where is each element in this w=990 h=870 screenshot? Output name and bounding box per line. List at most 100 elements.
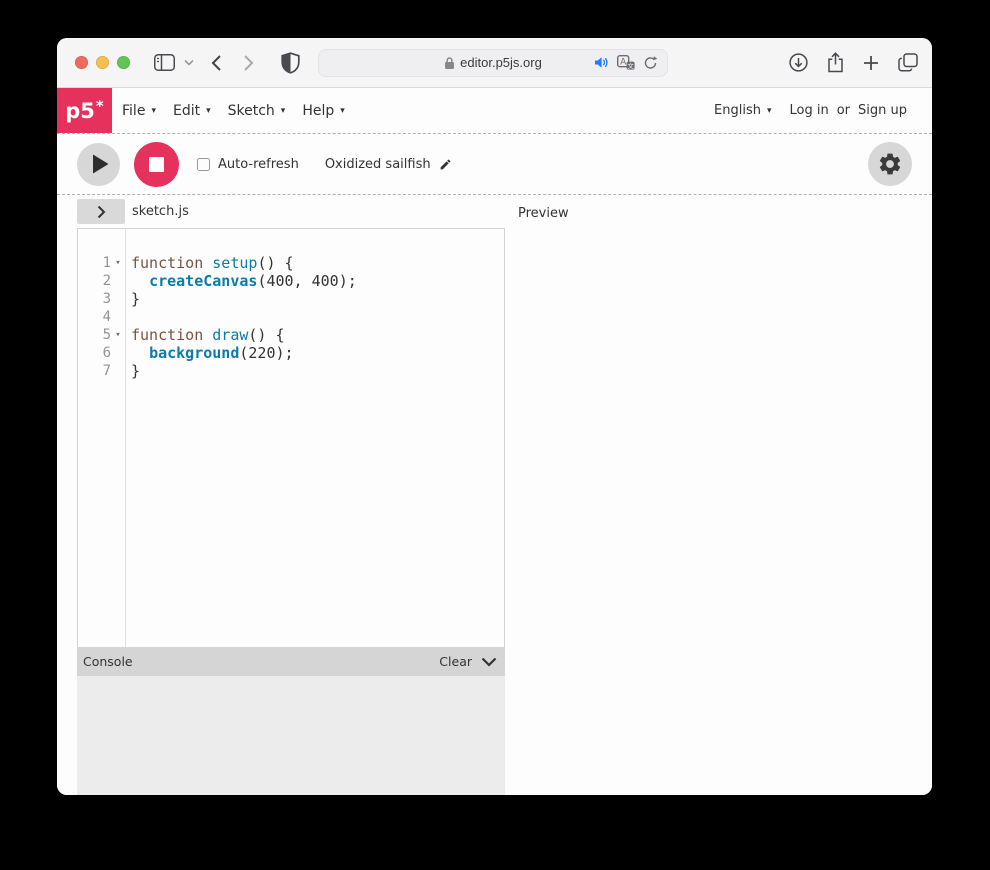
- account-nav: English ▾ Log in or Sign up: [714, 103, 907, 118]
- menu-bar: File ▾ Edit ▾ Sketch ▾ Help ▾: [122, 103, 345, 119]
- menu-edit-label: Edit: [173, 103, 200, 119]
- fold-arrow-icon[interactable]: ▾: [111, 326, 125, 344]
- address-bar[interactable]: editor.p5js.org A 文: [318, 49, 668, 77]
- translate-icon[interactable]: A 文: [617, 55, 635, 70]
- p5-logo-star: *: [96, 97, 104, 115]
- tabs-icon: [898, 53, 918, 72]
- line-number: 7: [78, 362, 111, 380]
- gutter-line[interactable]: 7: [78, 362, 125, 380]
- browser-actions: [789, 52, 918, 73]
- shield-icon: [281, 52, 300, 74]
- code-editor: 1▾2345▾67 function setup() { createCanva…: [77, 228, 505, 647]
- console-title: Console: [83, 654, 133, 669]
- sketch-toolbar: Auto-refresh Oxidized sailfish: [57, 134, 932, 195]
- line-number: 4: [78, 308, 111, 326]
- gutter-line[interactable]: 6: [78, 344, 125, 362]
- console-clear-button[interactable]: Clear: [439, 654, 472, 669]
- stop-button[interactable]: [134, 142, 179, 187]
- sidebar-toggle-button[interactable]: [154, 54, 175, 71]
- settings-button[interactable]: [868, 142, 912, 186]
- audio-playing-icon[interactable]: [594, 56, 609, 69]
- editor-gutter: 1▾2345▾67: [78, 229, 126, 647]
- close-window-button[interactable]: [75, 56, 88, 69]
- menu-sketch-label: Sketch: [228, 103, 275, 119]
- gutter-line[interactable]: 5▾: [78, 326, 125, 344]
- console-collapse-button[interactable]: [481, 657, 497, 667]
- menu-help-label: Help: [302, 103, 334, 119]
- gutter-line[interactable]: 3: [78, 290, 125, 308]
- browser-toolbar: editor.p5js.org A 文: [57, 38, 932, 88]
- gutter-line[interactable]: 4: [78, 308, 125, 326]
- play-button[interactable]: [77, 143, 120, 186]
- line-number: 1: [78, 254, 111, 272]
- file-tab-sketch[interactable]: sketch.js: [132, 204, 189, 219]
- code-line[interactable]: }: [131, 290, 504, 308]
- window-controls: [75, 56, 130, 69]
- line-number: 2: [78, 272, 111, 290]
- caret-down-icon: ▾: [767, 106, 772, 116]
- gutter-line[interactable]: 2: [78, 272, 125, 290]
- language-label: English: [714, 103, 761, 118]
- sketch-name: Oxidized sailfish: [325, 157, 431, 172]
- privacy-report-button[interactable]: [281, 52, 300, 74]
- svg-text:文: 文: [627, 61, 634, 70]
- preview-panel: Preview: [505, 195, 932, 795]
- chevron-down-icon[interactable]: [184, 59, 194, 66]
- stop-icon: [149, 157, 164, 172]
- expand-sidebar-button[interactable]: [77, 199, 125, 224]
- file-tab-bar: sketch.js: [77, 195, 505, 228]
- tab-overview-button[interactable]: [898, 53, 918, 72]
- fold-arrow-icon[interactable]: ▾: [111, 254, 125, 272]
- ide-main-area: sketch.js 1▾2345▾67 function setup() { c…: [57, 195, 932, 795]
- p5-logo-text: p5: [65, 99, 95, 123]
- lock-icon: [444, 56, 455, 70]
- code-line[interactable]: }: [131, 362, 504, 380]
- gear-icon: [877, 151, 903, 177]
- forward-button[interactable]: [243, 54, 254, 72]
- language-selector[interactable]: English ▾: [714, 103, 771, 118]
- code-area[interactable]: function setup() { createCanvas(400, 400…: [126, 229, 504, 647]
- browser-window: editor.p5js.org A 文: [57, 38, 932, 795]
- forward-arrow-icon: [243, 54, 254, 72]
- plus-icon: [863, 55, 879, 71]
- editor-column: sketch.js 1▾2345▾67 function setup() { c…: [77, 195, 505, 795]
- minimize-window-button[interactable]: [96, 56, 109, 69]
- code-line[interactable]: function draw() {: [131, 326, 504, 344]
- edit-sketch-name-button[interactable]: [439, 158, 452, 171]
- play-icon: [92, 154, 109, 174]
- menu-file-label: File: [122, 103, 145, 119]
- console-header: Console Clear: [77, 647, 505, 676]
- url-text: editor.p5js.org: [460, 55, 542, 70]
- share-button[interactable]: [827, 52, 844, 73]
- caret-down-icon: ▾: [206, 106, 211, 116]
- auto-refresh-checkbox[interactable]: [197, 158, 210, 171]
- menu-edit[interactable]: Edit ▾: [173, 103, 211, 119]
- code-line[interactable]: createCanvas(400, 400);: [131, 272, 504, 290]
- console-output: [77, 676, 505, 795]
- line-number: 3: [78, 290, 111, 308]
- new-tab-button[interactable]: [863, 55, 879, 71]
- caret-down-icon: ▾: [151, 106, 156, 116]
- reload-icon[interactable]: [643, 55, 658, 71]
- sidebar-icon: [154, 54, 175, 71]
- login-link[interactable]: Log in: [790, 103, 829, 118]
- preview-title: Preview: [518, 206, 569, 221]
- line-number: 6: [78, 344, 111, 362]
- desktop-background: editor.p5js.org A 文: [0, 0, 990, 870]
- code-line[interactable]: function setup() {: [131, 254, 504, 272]
- gutter-line[interactable]: 1▾: [78, 254, 125, 272]
- auto-refresh-label: Auto-refresh: [218, 157, 299, 172]
- code-line[interactable]: background(220);: [131, 344, 504, 362]
- back-button[interactable]: [211, 54, 222, 72]
- caret-down-icon: ▾: [281, 106, 286, 116]
- signup-link[interactable]: Sign up: [858, 103, 907, 118]
- fullscreen-window-button[interactable]: [117, 56, 130, 69]
- chevron-right-icon: [97, 205, 106, 219]
- downloads-button[interactable]: [789, 53, 808, 72]
- menu-help[interactable]: Help ▾: [302, 103, 344, 119]
- p5-logo[interactable]: p5*: [57, 88, 112, 133]
- menu-file[interactable]: File ▾: [122, 103, 156, 119]
- menu-sketch[interactable]: Sketch ▾: [228, 103, 286, 119]
- pencil-icon: [439, 158, 452, 171]
- code-line[interactable]: [131, 308, 504, 326]
